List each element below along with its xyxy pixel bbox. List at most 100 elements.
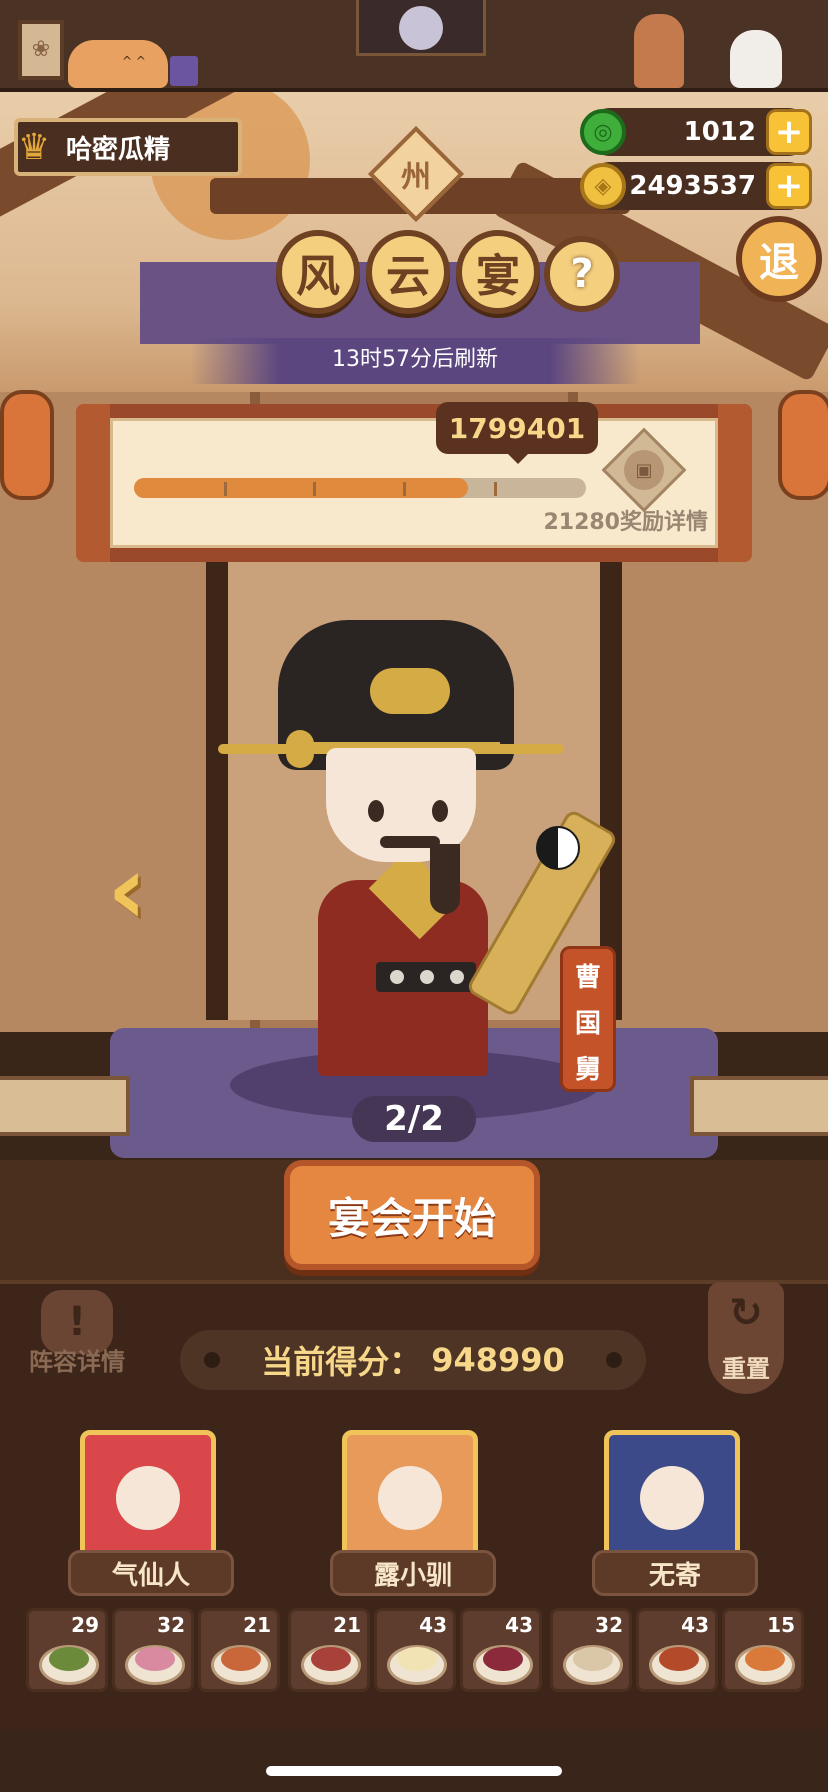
lantern-left [0,390,54,500]
character-name-char: 舅 [574,1054,601,1085]
home-indicator-area [0,1730,828,1792]
scroll-cap-left [76,404,110,562]
dish-count: 43 [505,1613,533,1637]
dish-count: 29 [71,1613,99,1637]
coin-value: 2493537 [629,171,756,201]
reward-chest-icon[interactable]: ▣ [624,450,664,490]
dish-slot[interactable]: 32 [112,1608,194,1692]
hero-name: 露小驯 [330,1550,496,1596]
character-name-char: 国 [574,1008,601,1039]
target-score-bubble: 1799401 [436,402,598,454]
progress-tick [224,482,227,496]
home-indicator[interactable] [266,1766,562,1776]
belt-stud [420,970,434,984]
score-label: 当前得分： [261,1343,422,1381]
hero-portrait [342,1430,478,1566]
dish-slot[interactable]: 43 [460,1608,542,1692]
character-name-char: 曹 [574,962,601,993]
hero-card[interactable]: 无寄 [592,1430,762,1604]
previous-character-button[interactable]: ‹ [82,834,172,946]
help-button[interactable]: ? [544,236,620,312]
dish-food-icon [221,1647,261,1671]
refresh-icon: ↻ [729,1290,763,1336]
lineup-details-label: 阵容详情 [29,1348,125,1376]
progress-fill [134,478,468,498]
jade-value: 1012 [683,117,756,147]
dish-slot[interactable]: 43 [636,1608,718,1692]
hero-name: 无寄 [592,1550,758,1596]
lineup-details-button[interactable]: ! 阵容详情 [18,1290,136,1390]
hero-name: 气仙人 [68,1550,234,1596]
cat-decoration: ^ ^ [68,40,168,88]
exit-button[interactable]: 退 [736,216,822,302]
hat-ornament [370,668,450,714]
character-decoration [634,14,684,88]
copper-coin-icon: ◈ [580,163,626,209]
lantern-right [778,390,828,500]
hero-card[interactable]: 气仙人 [68,1430,238,1604]
hero-face [116,1466,180,1530]
belt-stud [390,970,404,984]
progress-tick [494,482,497,496]
dish-food-icon [311,1647,351,1671]
dish-count: 43 [419,1613,447,1637]
player-rank-icon: ♛ [17,126,51,168]
player-name: 哈密瓜精 [66,134,171,165]
belt-stud [450,970,464,984]
jade-coin-icon: ◎ [580,109,626,155]
hat-knob [286,730,314,768]
dish-food-icon [659,1647,699,1671]
doll-decoration [730,30,782,88]
scroll-cap-right [718,404,752,562]
player-name-box[interactable]: ♛ 哈密瓜精 [14,118,242,176]
dish-count: 21 [333,1613,361,1637]
top-banner [356,0,486,56]
title-char-yan: 宴 [456,230,540,314]
cat-eyes-icon: ^ ^ [122,54,146,68]
dish-slot[interactable]: 21 [288,1608,370,1692]
jade-currency: ◎ 1012 + [580,108,812,156]
add-coin-button[interactable]: + [766,163,812,209]
dish-food-icon [135,1647,175,1671]
reset-button[interactable]: ↻ 重置 [708,1282,784,1394]
character-eye [368,800,384,822]
dish-slot[interactable]: 43 [374,1608,456,1692]
character-page-indicator: 2/2 [352,1096,476,1142]
dish-slot[interactable]: 15 [722,1608,804,1692]
coin-currency: ◈ 2493537 + [580,162,812,210]
dish-food-icon [49,1647,89,1671]
add-jade-button[interactable]: + [766,109,812,155]
dish-slot[interactable]: 29 [26,1608,108,1692]
bench-left [0,1076,130,1136]
dish-food-icon [573,1647,613,1671]
progress-tick [313,482,316,496]
hero-card[interactable]: 露小驯 [330,1430,500,1604]
dish-food-icon [483,1647,523,1671]
dish-food-icon [397,1647,437,1671]
refresh-timer: 13时57分后刷新 [332,347,498,372]
character-eye [432,800,448,822]
dish-count: 32 [595,1613,623,1637]
current-score: 当前得分： 948990 [180,1330,646,1390]
dish-slot[interactable]: 21 [198,1608,280,1692]
reset-label: 重置 [722,1355,770,1383]
dish-slot[interactable]: 32 [550,1608,632,1692]
dish-count: 15 [767,1613,795,1637]
character-name: 曹 国 舅 [560,952,616,1090]
paw-icon: ❀ [31,37,51,62]
paw-picture-frame: ❀ [18,20,64,80]
hero-portrait [80,1430,216,1566]
reward-details-link[interactable]: 21280奖励详情 [540,504,708,535]
score-dot [204,1352,220,1368]
title-char-feng: 风 [276,230,360,314]
progress-tick [403,482,406,496]
score-dot [606,1352,622,1368]
start-banquet-button[interactable]: 宴会开始 [284,1160,540,1270]
score-value: 948990 [431,1341,565,1379]
region-sign-label: 州 [401,160,431,195]
yin-yang-icon [536,826,580,870]
book-decoration [170,56,198,86]
dish-count: 43 [681,1613,709,1637]
pillar-left [206,540,228,1020]
hero-face [640,1466,704,1530]
